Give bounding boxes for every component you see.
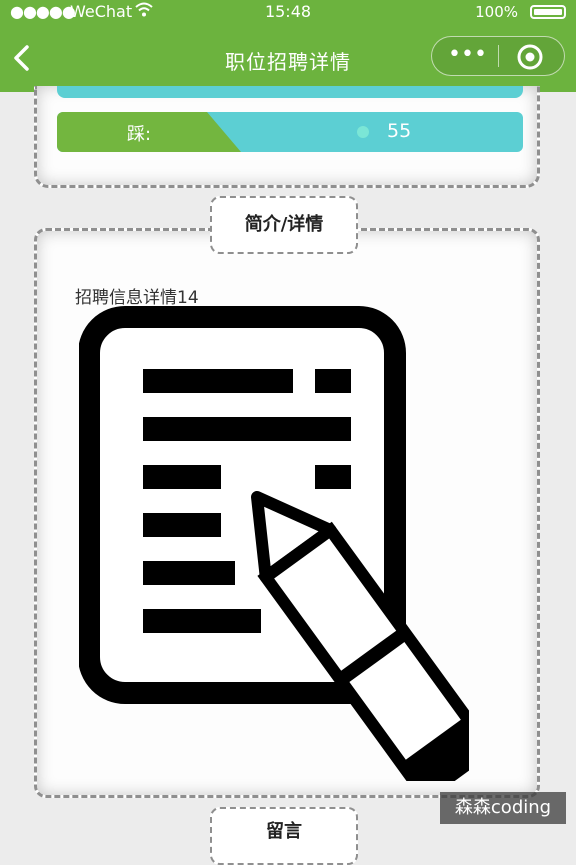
dislike-count: 55: [387, 120, 412, 142]
status-bar: ●●●●● WeChat 15:48 100%: [0, 0, 576, 24]
capsule-divider: [498, 45, 499, 67]
watermark-label: 森森coding: [440, 792, 566, 824]
progress-card: 踩: 55: [34, 86, 540, 188]
tab-intro-details[interactable]: 简介/详情: [210, 196, 358, 254]
detail-card: 招聘信息详情14: [34, 228, 540, 798]
more-dots-icon[interactable]: •••: [448, 44, 488, 66]
mini-program-capsule: •••: [431, 36, 565, 76]
progress-strip-top: [57, 86, 523, 98]
nav-bar: 职位招聘详情 •••: [0, 24, 576, 92]
dislike-label: 踩:: [127, 124, 152, 145]
dislike-bar[interactable]: 踩: 55: [57, 112, 523, 152]
target-circle-icon[interactable]: [516, 43, 544, 71]
tab-message[interactable]: 留言: [210, 807, 358, 865]
dot-icon: [357, 126, 369, 138]
battery-icon: [530, 5, 566, 19]
document-edit-icon: [79, 306, 469, 781]
battery-percent: 100%: [475, 3, 518, 21]
